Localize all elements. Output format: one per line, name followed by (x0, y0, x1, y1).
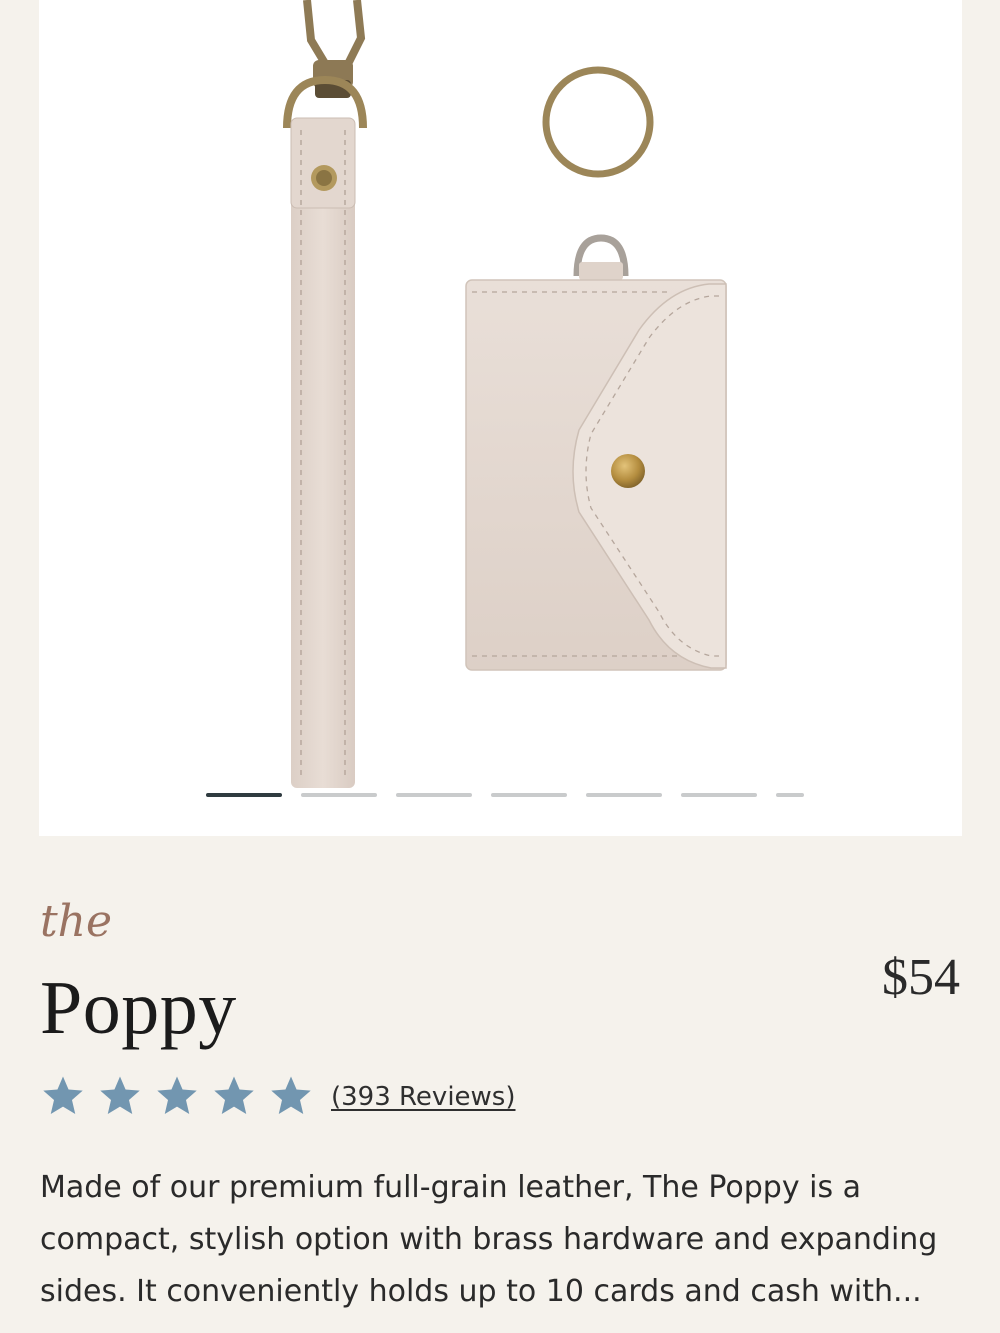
gallery-dot-2[interactable] (301, 793, 377, 797)
star-icon (97, 1075, 143, 1119)
product-price: $54 (882, 949, 960, 1006)
gallery-dot-4[interactable] (491, 793, 567, 797)
wristlet-strap (283, 0, 367, 788)
product-rating: (393 Reviews) (40, 1074, 516, 1120)
star-icon (211, 1075, 257, 1119)
product-image-gallery[interactable] (39, 0, 962, 836)
gallery-dot-3[interactable] (396, 793, 472, 797)
star-icon (154, 1075, 200, 1119)
gallery-dot-5[interactable] (586, 793, 662, 797)
star-icon (268, 1075, 314, 1119)
product-title: Poppy (40, 966, 237, 1050)
product-image (283, 0, 727, 788)
gallery-dot-7[interactable] (776, 793, 804, 797)
product-description: Made of our premium full-grain leather, … (40, 1170, 938, 1309)
key-ring (542, 66, 654, 178)
card-wallet (465, 234, 727, 671)
star-icon (40, 1075, 86, 1119)
product-eyebrow: the (40, 896, 113, 947)
reviews-link[interactable]: (393 Reviews) (331, 1082, 516, 1112)
gallery-pagination (39, 793, 962, 799)
gallery-dot-1[interactable] (206, 793, 282, 797)
star-rating (40, 1075, 325, 1119)
gallery-dot-6[interactable] (681, 793, 757, 797)
